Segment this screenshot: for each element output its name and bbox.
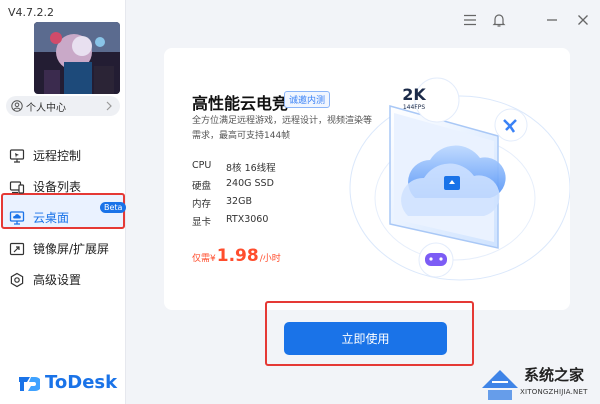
card-description: 全方位满足远程游戏，远程设计，视频渲染等需求，最高可支持144帧 [192,116,373,141]
app-version: V4.7.2.2 [8,6,55,19]
spec-value: 32GB [226,196,252,207]
cloud-illustration [349,77,570,281]
badge-fps: 144FPS [402,104,426,111]
spec-key: 内存 [192,199,212,210]
sidebar-item-remote-control[interactable]: 远程控制 [0,140,126,171]
beta-badge: Beta [100,202,127,213]
chevron-right-icon [106,101,112,111]
watermark-title: 系统之家 [524,366,585,384]
avatar[interactable] [34,22,120,94]
gear-icon [10,272,24,287]
watermark-url: XITONGZHIJIA.NET [520,388,588,396]
sidebar-item-label: 高级设置 [33,273,82,287]
price-unit: /小时 [259,254,281,264]
todesk-logo-icon [19,376,40,391]
todesk-logo: ToDesk [18,372,117,393]
spec-row: 内存 32GB [192,196,276,214]
user-icon [11,100,23,112]
spec-value: 240G SSD [226,178,274,189]
sidebar-item-label: 镜像屏/扩展屏 [33,242,110,256]
user-center-button[interactable]: 个人中心 [6,96,120,116]
cloud-gaming-card: 2K 144FPS 高性能云电竞 诚邀内测 全方位满足远程游戏，远程设计，视频渲… [164,48,570,310]
bell-icon[interactable] [491,12,507,28]
price-currency: ¥ [210,254,216,264]
minimize-icon[interactable] [544,12,560,28]
brand-name: ToDesk [45,372,118,393]
use-now-button[interactable]: 立即使用 [284,322,447,355]
spec-value: 8核 16线程 [226,163,276,174]
badge-2k: 2K [402,85,426,104]
sidebar-item-cloud-desktop[interactable]: 云桌面 Beta [0,202,127,233]
monitor-icon [9,148,25,163]
spec-key: 显卡 [192,217,212,228]
sidebar-item-label: 云桌面 [33,211,70,225]
sidebar-item-label: 远程控制 [33,149,82,163]
price-amount: 1.98 [216,246,259,266]
cloud-desktop-icon [9,210,25,225]
sidebar-item-device-list[interactable]: 设备列表 [0,171,126,202]
invite-beta-tag: 诚邀内测 [284,91,331,108]
card-title: 高性能云电竞 [192,94,289,113]
spec-value: RTX3060 [226,214,269,225]
spec-row: 硬盘 240G SSD [192,178,276,196]
spec-key: CPU [192,160,212,171]
spec-key: 硬盘 [192,181,212,192]
user-center-label: 个人中心 [26,102,66,114]
sidebar-item-label: 设备列表 [33,180,82,194]
sidebar-item-advanced-settings[interactable]: 高级设置 [0,264,126,295]
spec-row: CPU 8核 16线程 [192,160,276,178]
close-icon[interactable] [575,12,591,28]
sidebar-item-screen-mirror[interactable]: 镜像屏/扩展屏 [0,233,126,264]
price-prefix: 仅需 [192,254,211,264]
menu-icon[interactable] [462,12,478,28]
spec-list: CPU 8核 16线程 硬盘 240G SSD 内存 32GB 显卡 RTX30… [192,160,276,232]
sidebar-nav: 远程控制 设备列表 云桌面 Beta 镜像屏/扩展屏 高级设置 [0,140,127,295]
sidebar: V4.7.2.2 个人中心 远程控制 设备列表 云桌面 Beta 镜像屏/扩展屏… [0,0,127,404]
screen-mirror-icon [9,242,25,255]
price: 仅需 ¥ 1.98 /小时 [192,246,281,266]
devices-icon [9,180,25,194]
spec-row: 显卡 RTX3060 [192,214,276,232]
resolution-badge: 2K 144FPS [394,85,434,112]
